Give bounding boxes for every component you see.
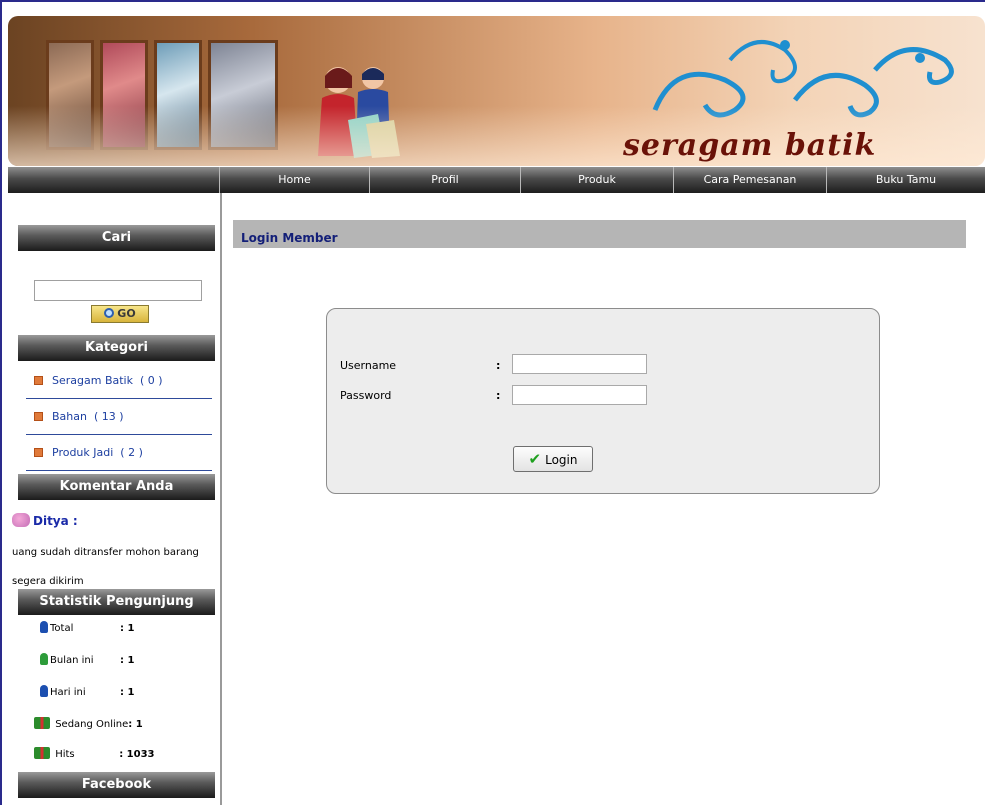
stat-label: Hari ini <box>50 687 86 698</box>
nav-profil[interactable]: Profil <box>370 167 521 193</box>
password-field[interactable] <box>512 385 647 405</box>
comment-text: uang sudah ditransfer mohon barang seger… <box>12 547 199 587</box>
username-colon: : <box>496 359 501 372</box>
statistik-heading: Statistik Pengunjung <box>18 589 215 615</box>
banner-photo-4 <box>208 40 278 150</box>
main-nav: Home Profil Produk Cara Pemesanan Buku T… <box>8 167 985 193</box>
person-icon <box>40 621 48 633</box>
search-go-button[interactable]: GO <box>91 305 149 323</box>
category-item-seragam-batik[interactable]: Seragam Batik ( 0 ) <box>26 363 212 399</box>
category-label: Seragam Batik <box>52 374 133 387</box>
group-icon <box>34 747 50 759</box>
category-item-produk-jadi[interactable]: Produk Jadi ( 2 ) <box>26 435 212 471</box>
person-icon <box>40 685 48 697</box>
search-input[interactable] <box>34 280 202 301</box>
login-button[interactable]: ✔ Login <box>513 446 593 472</box>
comment-author: Ditya : <box>12 513 78 528</box>
category-label: Produk Jadi <box>52 446 114 459</box>
shopper-illustration <box>318 67 400 158</box>
stat-value: : 1 <box>120 655 135 666</box>
checkmark-icon: ✔ <box>528 450 542 468</box>
stat-bulan-ini: Bulan ini : 1 <box>34 653 134 669</box>
nav-cara-pemesanan[interactable]: Cara Pemesanan <box>674 167 827 193</box>
bullet-icon <box>34 376 43 385</box>
stat-total: Total : 1 <box>34 621 134 637</box>
person-icon <box>40 653 48 665</box>
search-icon <box>104 308 115 318</box>
nav-spacer <box>8 167 220 193</box>
category-count: ( 2 ) <box>120 446 143 459</box>
group-icon <box>34 717 50 729</box>
kategori-heading: Kategori <box>18 335 215 361</box>
page-title: Login Member <box>233 220 966 248</box>
comment-author-name: Ditya : <box>33 514 78 528</box>
bullet-icon <box>34 448 43 457</box>
site-logo-text: seragam batik usantex <box>623 128 877 166</box>
go-label: GO <box>117 307 136 320</box>
nav-produk[interactable]: Produk <box>521 167 674 193</box>
stat-label: Hits <box>55 749 75 760</box>
password-label: Password <box>340 389 392 402</box>
stat-value: : 1 <box>128 719 143 730</box>
header-banner: seragam batik usantex <box>8 16 985 166</box>
login-label: Login <box>545 453 578 467</box>
stat-value: : 1033 <box>119 749 155 760</box>
username-field[interactable] <box>512 354 647 374</box>
sidebar: Cari GO Kategori Seragam Batik ( 0 ) Bah… <box>8 193 222 805</box>
swirl-ornament <box>652 40 954 118</box>
stat-value: : 1 <box>120 623 135 634</box>
stat-label: Sedang Online <box>55 719 129 730</box>
bullet-icon <box>34 412 43 421</box>
stat-hari-ini: Hari ini : 1 <box>34 685 134 701</box>
search-heading: Cari <box>18 225 215 251</box>
category-count: ( 0 ) <box>139 374 163 387</box>
password-colon: : <box>496 389 501 402</box>
banner-photo-3 <box>154 40 202 150</box>
banner-photo-2 <box>100 40 148 150</box>
username-label: Username <box>340 359 397 372</box>
nav-home[interactable]: Home <box>220 167 370 193</box>
category-item-bahan[interactable]: Bahan ( 13 ) <box>26 399 212 435</box>
komentar-heading: Komentar Anda <box>18 474 215 500</box>
stat-sedang-online: Sedang Online: 1 <box>34 717 143 733</box>
login-form: Username : Password : ✔ Login <box>326 308 880 494</box>
stat-value: : 1 <box>120 687 135 698</box>
stat-hits: Hits : 1033 <box>34 747 155 763</box>
category-label: Bahan <box>52 410 87 423</box>
smiley-icon <box>12 513 30 527</box>
nav-buku-tamu[interactable]: Buku Tamu <box>827 167 985 193</box>
category-count: ( 13 ) <box>93 410 124 423</box>
facebook-heading: Facebook <box>18 772 215 798</box>
stat-label: Total <box>50 623 74 634</box>
banner-photo-1 <box>46 40 94 150</box>
stat-label: Bulan ini <box>50 655 94 666</box>
